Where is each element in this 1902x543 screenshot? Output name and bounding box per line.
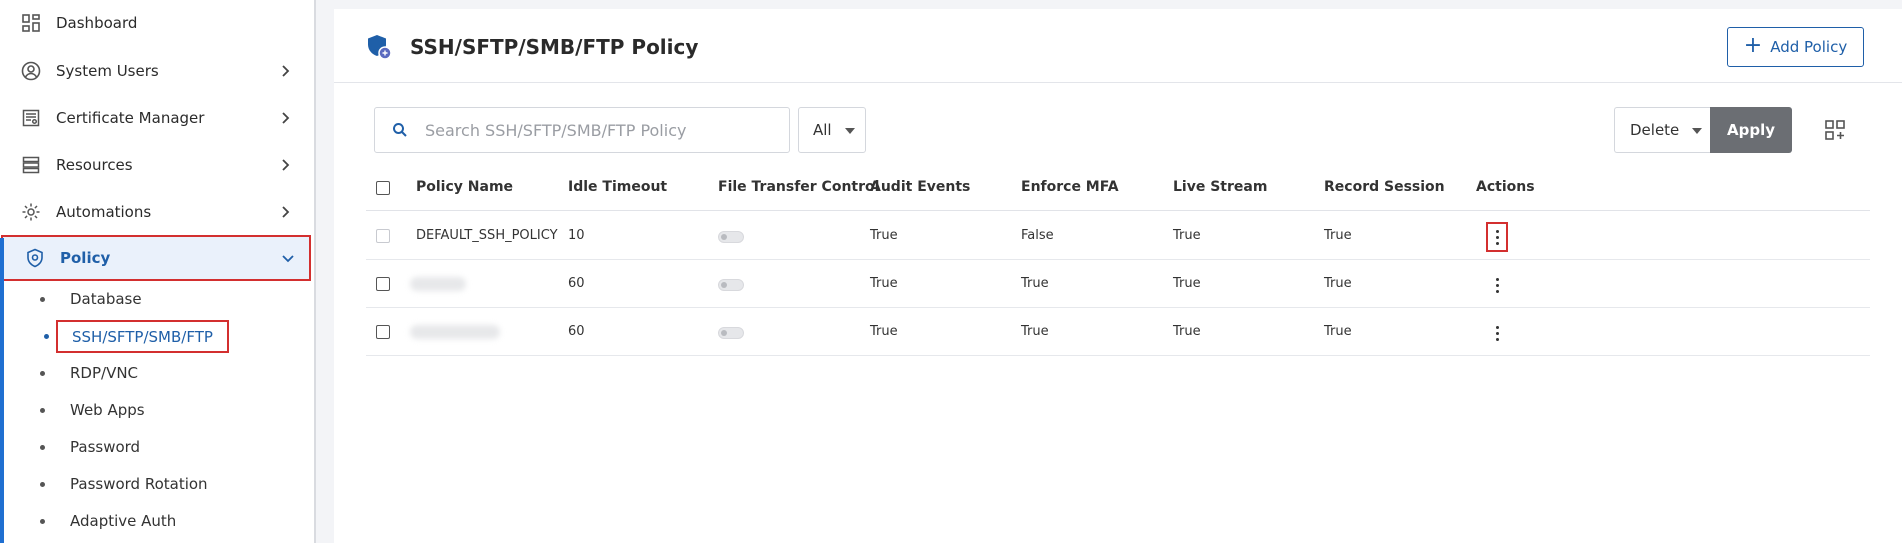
caret-down-icon [845,128,855,134]
table-header: Policy Name Idle Timeout File Transfer C… [366,165,1870,211]
row-actions-menu-icon[interactable] [1486,222,1508,252]
record-session: True [1324,276,1352,291]
user-circle-icon [20,60,42,82]
file-transfer-toggle[interactable] [718,231,744,243]
chevron-down-icon [282,255,294,263]
bullet-icon [40,518,45,524]
column-header: Idle Timeout [568,179,668,195]
redacted-policy-name [410,325,500,339]
search-box [374,107,790,153]
sidebar-sub-adaptive-auth[interactable]: Adaptive Auth [40,506,176,536]
row-checkbox[interactable] [376,229,390,243]
page-title: SSH/SFTP/SMB/FTP Policy [410,35,699,59]
redacted-policy-name [410,277,466,291]
filter-select[interactable]: All [798,107,866,153]
live-stream: True [1173,228,1201,243]
record-session: True [1324,228,1352,243]
add-policy-button[interactable]: + Add Policy [1727,27,1864,67]
row-actions-menu-icon[interactable] [1486,318,1508,348]
row-checkbox[interactable] [376,277,390,291]
bullet-icon [40,407,45,413]
sidebar-item-label: System Users [56,62,159,80]
live-stream: True [1173,276,1201,291]
bullet-icon [40,370,45,376]
column-header: Record Session [1324,179,1445,195]
chevron-right-icon [282,112,290,124]
table-row: DEFAULT_SSH_POLICY 10 True False True Tr… [366,212,1870,260]
sidebar-item-system-users[interactable]: System Users [0,49,312,93]
sidebar-item-label: Resources [56,156,133,174]
plus-icon: + [1743,33,1763,58]
shield-policy-icon [368,35,392,60]
sidebar-sub-rdp-vnc[interactable]: RDP/VNC [40,358,138,388]
grid-add-icon[interactable] [1824,119,1846,141]
sidebar-sub-database[interactable]: Database [40,284,142,314]
column-header: Actions [1476,179,1535,195]
apply-button[interactable]: Apply [1710,107,1792,153]
file-transfer-toggle[interactable] [718,279,744,291]
shield-icon [24,247,46,269]
audit-events: True [870,228,898,243]
column-header: Audit Events [870,179,971,195]
row-actions-menu-icon[interactable] [1486,270,1508,300]
audit-events: True [870,276,898,291]
sidebar-sub-password-rotation[interactable]: Password Rotation [40,469,208,499]
server-icon [20,154,42,176]
live-stream: True [1173,324,1201,339]
sidebar-sub-ssh-sftp-smb-ftp[interactable]: SSH/SFTP/SMB/FTP [44,320,229,353]
idle-timeout: 60 [568,324,585,339]
sidebar-accent-bar [0,238,4,543]
sidebar-item-label: Automations [56,203,152,221]
column-header: Live Stream [1173,179,1268,195]
sidebar-item-automations[interactable]: Automations [0,190,312,234]
table-row: 60 True True True True [366,260,1870,308]
chevron-right-icon [282,65,290,77]
caret-down-icon [1692,128,1702,134]
column-header: File Transfer Control [718,179,880,195]
gear-icon [20,201,42,223]
sidebar-sub-web-apps[interactable]: Web Apps [40,395,145,425]
sidebar-sub-password[interactable]: Password [40,432,140,462]
main-panel: SSH/SFTP/SMB/FTP Policy + Add Policy All… [334,9,1902,543]
chevron-right-icon [282,206,290,218]
bullet-icon [40,444,45,450]
record-session: True [1324,324,1352,339]
bullet-icon [40,296,45,302]
sidebar-item-label: Dashboard [56,14,138,32]
sidebar-item-policy[interactable]: Policy [1,235,311,281]
certificate-icon [20,107,42,129]
chevron-right-icon [282,159,290,171]
sidebar-item-label: Policy [60,249,111,267]
sidebar-item-label: Certificate Manager [56,109,205,127]
bullet-icon [44,334,49,339]
column-header: Policy Name [416,179,514,195]
enforce-mfa: False [1021,228,1054,243]
idle-timeout: 60 [568,276,585,291]
table-row: 60 True True True True [366,308,1870,356]
file-transfer-toggle[interactable] [718,327,744,339]
dashboard-icon [20,12,42,34]
sidebar-item-certificate-manager[interactable]: Certificate Manager [0,96,312,140]
row-checkbox[interactable] [376,325,390,339]
enforce-mfa: True [1021,324,1049,339]
select-all-checkbox[interactable] [376,181,390,195]
bullet-icon [40,481,45,487]
search-input[interactable] [425,120,775,140]
audit-events: True [870,324,898,339]
sidebar-item-dashboard[interactable]: Dashboard [0,1,312,45]
policy-name: DEFAULT_SSH_POLICY [416,228,558,243]
page-header: SSH/SFTP/SMB/FTP Policy + Add Policy [334,9,1902,83]
idle-timeout: 10 [568,228,585,243]
column-header: Enforce MFA [1021,179,1119,195]
search-icon [375,122,425,138]
sidebar-item-resources[interactable]: Resources [0,143,312,187]
enforce-mfa: True [1021,276,1049,291]
sidebar: Dashboard System Users Certificate Manag… [0,0,316,543]
bulk-action-select[interactable]: Delete [1614,107,1710,153]
